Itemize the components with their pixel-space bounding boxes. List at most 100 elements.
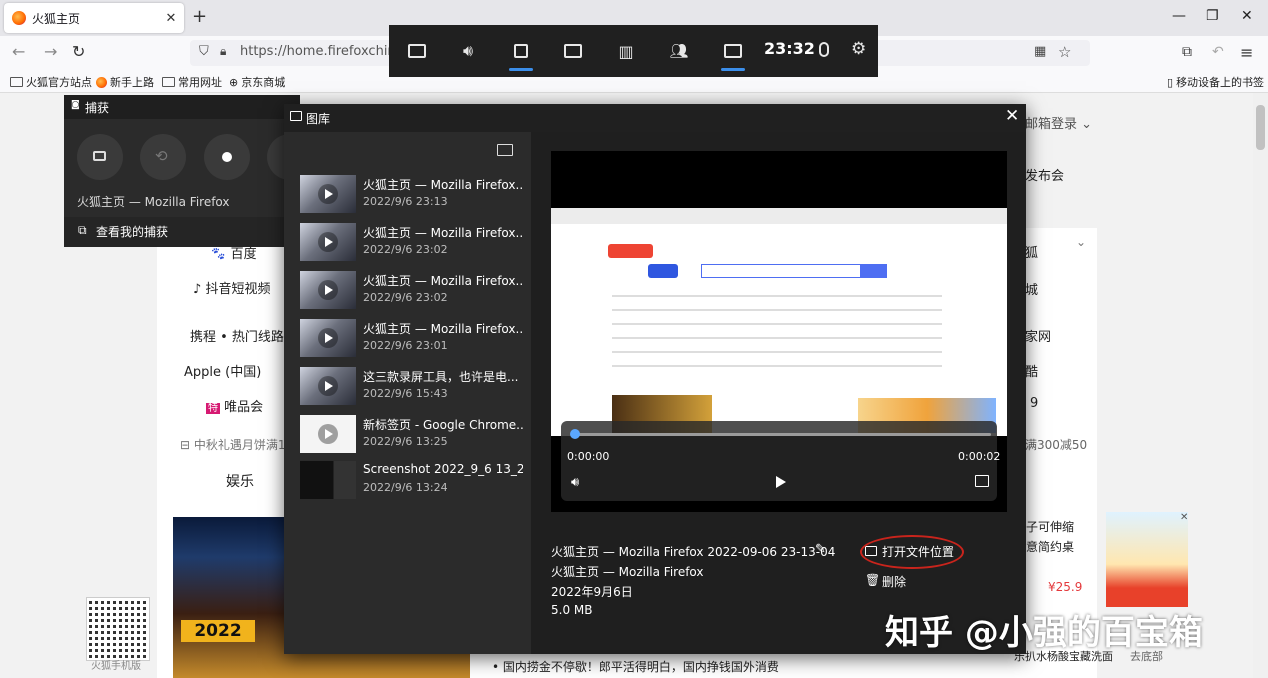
reload-icon[interactable]: ↻	[72, 42, 85, 61]
page-snippet[interactable]: 酷	[1025, 361, 1038, 380]
capture-date: 2022年9月6日	[551, 585, 633, 599]
undo-icon[interactable]: ↶	[1212, 44, 1224, 60]
seek-bar[interactable]	[571, 433, 991, 436]
page-snippet[interactable]: 家网	[1025, 326, 1051, 345]
widget-menu-button[interactable]	[392, 25, 442, 77]
close-icon[interactable]: ✕	[1005, 106, 1019, 126]
list-item[interactable]: 这三款录屏工具，也许是电... 2022/9/6 15:43	[300, 367, 525, 407]
mouse-icon[interactable]	[819, 42, 829, 57]
product-text[interactable]: 子可伸缩	[1026, 518, 1074, 535]
list-item[interactable]: 火狐主页 — Mozilla Firefox... 2022/9/6 23:02	[300, 223, 525, 263]
bookmark-item[interactable]: 新手上路	[96, 74, 154, 90]
capture-subtitle: 火狐主页 — Mozilla Firefox	[77, 195, 230, 209]
page-link-promo[interactable]: ⊟ 中秋礼遇月饼满1	[180, 436, 286, 453]
vip-icon: 特	[206, 403, 220, 414]
browser-tab[interactable]: 火狐主页 ✕	[4, 3, 184, 33]
gallery-button[interactable]	[708, 25, 758, 77]
pencil-icon[interactable]: ✎	[815, 542, 826, 557]
volume-icon[interactable]: 🔊︎	[571, 475, 579, 490]
list-item[interactable]: 火狐主页 — Mozilla Firefox... 2022/9/6 23:13	[300, 175, 525, 215]
star-icon[interactable]: ☆	[1058, 43, 1071, 61]
frame-search-box	[701, 264, 861, 278]
capture-app: 火狐主页 — Mozilla Firefox	[551, 565, 704, 579]
page-snippet[interactable]: 满300减50	[1025, 436, 1087, 453]
news-headline[interactable]: • 国内捞金不停歇！郎平活得明白，国内挣钱国外消费	[492, 658, 779, 675]
list-item[interactable]: 新标签页 - Google Chrome... 2022/9/6 13:25	[300, 415, 525, 455]
page-snippet[interactable]: 城	[1025, 279, 1038, 298]
product-text[interactable]: 意简约桌	[1026, 538, 1074, 555]
fullscreen-icon[interactable]	[975, 475, 989, 487]
page-link-vip[interactable]: 特 唯品会	[206, 396, 263, 415]
close-window-icon[interactable]: ✕	[1241, 8, 1253, 24]
social-button[interactable]: 👥︎	[654, 25, 704, 77]
item-date: 2022/9/6 23:02	[363, 243, 448, 256]
item-date: 2022/9/6 23:13	[363, 195, 448, 208]
folder-icon[interactable]	[497, 144, 513, 156]
minimize-icon[interactable]: —	[1172, 8, 1186, 24]
list-item[interactable]: 火狐主页 — Mozilla Firefox... 2022/9/6 23:01	[300, 319, 525, 359]
frame-link-grid	[612, 295, 942, 370]
extensions-icon[interactable]: ⧉	[1182, 44, 1192, 60]
video-frame-toolbar	[551, 208, 1007, 224]
image-thumbnail	[300, 461, 356, 499]
seek-knob[interactable]	[570, 429, 580, 439]
active-indicator	[509, 68, 533, 71]
video-thumbnail	[300, 175, 356, 213]
resources-button[interactable]: ▥	[601, 25, 651, 77]
page-snippet[interactable]: 发布会	[1025, 165, 1064, 184]
mobile-bookmarks[interactable]: ▯ 移动设备上的书签	[1167, 74, 1264, 90]
item-date: 2022/9/6 23:02	[363, 291, 448, 304]
people-icon: 👥︎	[669, 42, 689, 60]
close-tab-icon[interactable]: ✕	[162, 11, 180, 26]
product-image[interactable]	[1106, 512, 1188, 607]
play-icon	[318, 232, 338, 252]
bookmark-item[interactable]: 火狐官方站点	[10, 74, 92, 90]
time-current: 0:00:00	[567, 450, 610, 463]
qr-label: 火狐手机版	[91, 661, 141, 672]
capture-button[interactable]	[496, 25, 546, 77]
play-icon[interactable]	[776, 476, 786, 488]
scrollbar[interactable]	[1253, 93, 1268, 678]
tab-entertainment[interactable]: 娱乐	[226, 471, 254, 491]
video-thumbnail	[300, 415, 356, 453]
delete-button[interactable]: 删除	[882, 573, 906, 590]
view-captures-label[interactable]: 查看我的捕获	[96, 223, 168, 240]
record-last-button[interactable]: ⟲	[140, 134, 186, 180]
performance-button[interactable]	[548, 25, 598, 77]
screenshot-button[interactable]	[77, 134, 123, 180]
gear-icon[interactable]: ⚙	[851, 39, 866, 59]
play-icon	[318, 184, 338, 204]
shield-icon[interactable]: ⛉	[199, 44, 209, 59]
page-snippet[interactable]: 9	[1030, 396, 1038, 411]
time-total: 0:00:02	[958, 450, 1001, 463]
bookmark-item[interactable]: 常用网址	[162, 74, 222, 90]
forward-icon[interactable]: →	[44, 42, 57, 61]
audio-button[interactable]: 🔊︎	[443, 25, 493, 77]
page-snippet[interactable]: 狐	[1025, 242, 1038, 261]
maximize-icon[interactable]: ❐	[1206, 8, 1219, 24]
gallery-header	[284, 104, 1026, 132]
mail-login-link[interactable]: 邮箱登录 ⌄	[1025, 113, 1092, 132]
scrollbar-thumb[interactable]	[1256, 105, 1265, 150]
list-item[interactable]: Screenshot 2022_9_6 13_24_19 2022/9/6 13:…	[300, 461, 525, 501]
capture-icon: ◙	[71, 100, 80, 110]
qr-code-icon[interactable]: ▦	[1034, 44, 1046, 59]
menu-icon[interactable]: ≡	[1240, 43, 1253, 62]
bookmark-item[interactable]: ⊕ 京东商城	[229, 74, 285, 90]
list-item[interactable]: 火狐主页 — Mozilla Firefox... 2022/9/6 23:02	[300, 271, 525, 311]
close-ad-icon[interactable]: ✕	[1180, 512, 1188, 523]
lock-icon[interactable]: 🔒︎	[220, 44, 226, 59]
frame-logo	[608, 244, 653, 258]
capture-title: 捕获	[85, 101, 110, 115]
new-tab-button[interactable]: +	[192, 6, 207, 27]
gallery-title: 图库	[306, 112, 331, 126]
page-link-douyin[interactable]: ♪ 抖音短视频	[193, 278, 270, 297]
product-price: ¥25.9	[1048, 580, 1083, 594]
page-link-apple[interactable]: Apple (中国)	[184, 361, 261, 380]
item-date: 2022/9/6 23:01	[363, 339, 448, 352]
page-link-ctrip[interactable]: 携程 • 热门线路	[190, 326, 284, 345]
back-icon[interactable]: ←	[12, 42, 25, 61]
video-thumbnail	[300, 223, 356, 261]
chevron-down-icon[interactable]: ⌄	[1076, 235, 1086, 249]
record-button[interactable]	[204, 134, 250, 180]
